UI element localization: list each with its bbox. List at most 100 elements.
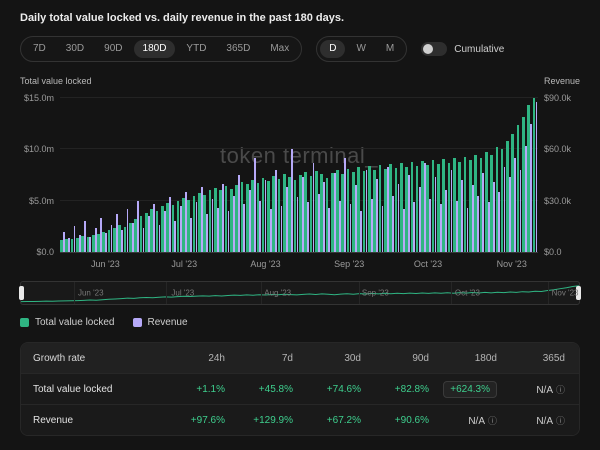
range-button-180d[interactable]: 180D — [134, 40, 176, 58]
x-axis-tick: Jun '23 — [91, 259, 120, 269]
growth-value: +90.6% — [395, 415, 429, 426]
x-axis-labels: Jun '23Jul '23Aug '23Sep '23Oct '23Nov '… — [60, 257, 538, 273]
growth-value: +45.8% — [259, 384, 293, 395]
chart-area: $15.0m$10.0m$5.0m$0.0 token terminal_ $9… — [20, 92, 580, 253]
legend-swatch-icon — [133, 318, 142, 327]
cumulative-toggle[interactable]: Cumulative — [421, 42, 504, 56]
right-axis-title: Revenue — [544, 76, 580, 86]
growth-cell: +90.6% — [375, 415, 443, 426]
page-title: Daily total value locked vs. daily reven… — [20, 12, 580, 24]
growth-table-header-cell: Growth rate — [21, 353, 171, 364]
info-icon[interactable]: ⓘ — [556, 416, 565, 426]
plot-area[interactable]: token terminal_ — [60, 92, 538, 253]
brush-month-label: Jun '23 — [78, 289, 104, 298]
right-axis-tick: $90.0k — [544, 93, 571, 103]
growth-value: N/A — [536, 385, 553, 396]
granularity-button-d[interactable]: D — [320, 40, 345, 58]
range-selector: 7D30D90D180DYTD365DMax — [20, 36, 302, 62]
x-axis-tick: Jul '23 — [171, 259, 197, 269]
growth-table-header-cell: 30d — [307, 353, 375, 364]
growth-table-header-row: Growth rate24h7d30d90d180d365d — [21, 343, 579, 373]
growth-value: +82.8% — [395, 384, 429, 395]
growth-cell: N/Aⓘ — [511, 414, 579, 427]
growth-cell: +67.2% — [307, 415, 375, 426]
legend: Total value locked Revenue — [20, 317, 580, 328]
range-button-30d[interactable]: 30D — [57, 40, 93, 58]
growth-table-row: Total value locked +1.1% +45.8% +74.6% +82.8… — [21, 373, 579, 404]
left-axis-tick: $0.0 — [36, 247, 54, 257]
right-axis-tick: $0.0 — [544, 247, 562, 257]
brush-month-divider — [261, 282, 262, 304]
growth-value: +74.6% — [327, 384, 361, 395]
growth-value: +624.3% — [443, 381, 497, 398]
growth-table-header-cell: 7d — [239, 353, 307, 364]
range-button-ytd[interactable]: YTD — [177, 40, 215, 58]
growth-table-header-cell: 90d — [375, 353, 443, 364]
brush-month-label: Aug '23 — [264, 289, 291, 298]
growth-value: +97.6% — [191, 415, 225, 426]
range-button-7d[interactable]: 7D — [24, 40, 55, 58]
growth-cell: N/Aⓘ — [511, 383, 579, 396]
growth-cell: +1.1% — [171, 384, 239, 395]
growth-row-label: Total value locked — [21, 384, 171, 395]
x-axis-tick: Nov '23 — [497, 259, 527, 269]
growth-value: +67.2% — [327, 415, 361, 426]
growth-value: N/A — [536, 416, 553, 427]
left-y-axis: $15.0m$10.0m$5.0m$0.0 — [20, 92, 60, 252]
gridline — [60, 97, 538, 98]
brush-month-divider — [166, 282, 167, 304]
range-button-90d[interactable]: 90D — [95, 40, 131, 58]
brush-month-label: Jul '23 — [171, 289, 194, 298]
growth-table-header-cell: 365d — [511, 353, 579, 364]
x-axis-tick: Aug '23 — [250, 259, 280, 269]
cumulative-label: Cumulative — [454, 44, 504, 55]
brush-handle-left[interactable] — [19, 286, 24, 300]
legend-label: Revenue — [148, 317, 188, 328]
growth-cell: +74.6% — [307, 384, 375, 395]
token-terminal-chart-page: Daily total value locked vs. daily reven… — [0, 0, 600, 450]
growth-table-header-cell: 180d — [443, 353, 511, 364]
growth-cell: +129.9% — [239, 415, 307, 426]
watermark: token terminal_ — [220, 143, 378, 169]
toolbar: 7D30D90D180DYTD365DMax DWM Cumulative — [20, 36, 580, 62]
growth-cell: +45.8% — [239, 384, 307, 395]
granularity-button-w[interactable]: W — [347, 40, 374, 58]
right-y-axis: $90.0k$60.0k$30.0k$0.0 — [538, 92, 580, 252]
brush-month-label: Nov '23 — [552, 289, 579, 298]
x-axis-tick: Sep '23 — [334, 259, 364, 269]
growth-cell: +624.3% — [443, 384, 511, 395]
growth-cell: +97.6% — [171, 415, 239, 426]
left-axis-tick: $10.0m — [24, 144, 54, 154]
legend-swatch-icon — [20, 318, 29, 327]
growth-value: N/A — [468, 416, 485, 427]
granularity-selector: DWM — [316, 36, 407, 62]
brush-month-divider — [74, 282, 75, 304]
growth-value: +129.9% — [253, 415, 293, 426]
right-axis-tick: $30.0k — [544, 196, 571, 206]
timeline-brush[interactable]: Jun '23Jul '23Aug '23Sep '23Oct '23Nov '… — [20, 281, 580, 305]
growth-cell: N/Aⓘ — [443, 414, 511, 427]
growth-table: Growth rate24h7d30d90d180d365dTotal valu… — [20, 342, 580, 436]
range-button-max[interactable]: Max — [261, 40, 298, 58]
growth-row-label: Revenue — [21, 415, 171, 426]
legend-label: Total value locked — [35, 317, 115, 328]
legend-item[interactable]: Revenue — [133, 317, 188, 328]
gridline — [60, 148, 538, 149]
toggle-switch-icon[interactable] — [421, 42, 447, 56]
legend-item[interactable]: Total value locked — [20, 317, 115, 328]
toggle-knob — [423, 44, 433, 54]
info-icon[interactable]: ⓘ — [488, 416, 497, 426]
growth-table-header-cell: 24h — [171, 353, 239, 364]
info-icon[interactable]: ⓘ — [556, 385, 565, 395]
brush-month-divider — [359, 282, 360, 304]
left-axis-tick: $5.0m — [29, 196, 54, 206]
range-button-365d[interactable]: 365D — [217, 40, 259, 58]
growth-value: +1.1% — [196, 384, 225, 395]
brush-month-divider — [548, 282, 549, 304]
brush-month-label: Oct '23 — [455, 289, 480, 298]
growth-cell: +82.8% — [375, 384, 443, 395]
brush-sparkline — [21, 282, 579, 304]
axis-titles: Total value locked Revenue — [20, 76, 580, 86]
granularity-button-m[interactable]: M — [377, 40, 403, 58]
left-axis-tick: $15.0m — [24, 93, 54, 103]
